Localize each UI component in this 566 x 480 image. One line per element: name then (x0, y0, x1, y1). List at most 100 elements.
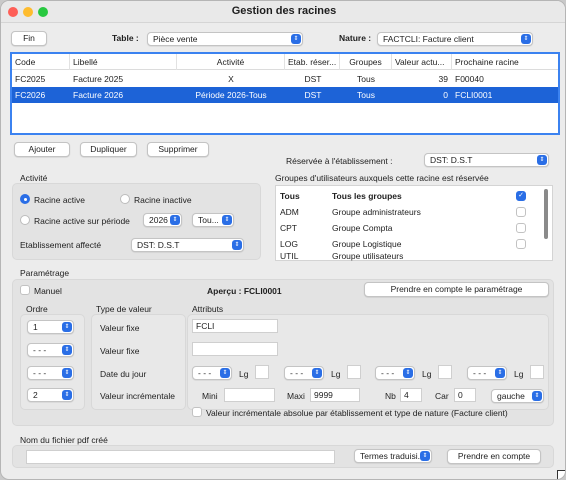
chevron-updown-icon: ⇕ (62, 322, 72, 332)
nature-select[interactable]: FACTCLI: Facture client ⇕ (377, 32, 533, 46)
ordre-select-2[interactable]: - - - ⇕ (27, 343, 74, 357)
manuel-label: Manuel (34, 286, 62, 296)
lg-input-3[interactable] (438, 365, 452, 379)
etab-affecte-select[interactable]: DST: D.S.T ⇕ (131, 238, 244, 252)
parametrage-title: Paramétrage (20, 268, 70, 278)
chevron-updown-icon: ⇕ (62, 390, 72, 400)
checkbox-log[interactable] (516, 239, 526, 249)
prendre-parametrage-button[interactable]: Prendre en compte le paramétrage (364, 282, 549, 297)
column-header-valeur[interactable]: Valeur actu... (392, 54, 452, 70)
ordre-select-1[interactable]: 1 ⇕ (27, 320, 74, 334)
chevron-updown-icon: ⇕ (62, 345, 72, 355)
lg-input-2[interactable] (347, 365, 361, 379)
chevron-updown-icon: ⇕ (521, 34, 531, 44)
column-header-groupes[interactable]: Groupes (340, 54, 392, 70)
checkbox-cpt[interactable] (516, 223, 526, 233)
table-header: Code Libellé Activité Etab. réser... Gro… (12, 54, 558, 70)
fin-button[interactable]: Fin (11, 31, 47, 46)
type-valeur-1: Valeur fixe (100, 323, 140, 333)
alignement-select[interactable]: gauche ⇕ (491, 389, 544, 403)
termes-select[interactable]: Termes traduisi... ⇕ (354, 449, 432, 463)
list-item[interactable]: Tous Tous les groupes ✓ (276, 188, 538, 204)
nature-label: Nature : (339, 33, 372, 43)
chevron-updown-icon: ⇕ (312, 368, 322, 378)
list-item[interactable]: LOG Groupe Logistique (276, 236, 538, 252)
nb-label: Nb (385, 391, 396, 401)
chevron-updown-icon: ⇕ (420, 451, 430, 461)
list-item[interactable]: CPT Groupe Compta (276, 220, 538, 236)
groupes-list[interactable]: Tous Tous les groupes ✓ ADM Groupe admin… (275, 185, 553, 261)
column-header-libelle[interactable]: Libellé (70, 54, 177, 70)
column-header-etab[interactable]: Etab. réser... (285, 54, 340, 70)
chevron-updown-icon: ⇕ (222, 215, 232, 225)
racine-active-radio[interactable] (20, 194, 30, 204)
date-format-select-3[interactable]: - - - ⇕ (375, 366, 415, 380)
manuel-checkbox[interactable] (20, 285, 30, 295)
apercu-label: Aperçu : FCLI0001 (207, 286, 282, 296)
table-select[interactable]: Pièce vente ⇕ (147, 32, 303, 46)
racine-inactive-label: Racine inactive (134, 195, 192, 205)
racine-inactive-radio[interactable] (120, 194, 130, 204)
reserve-etab-select[interactable]: DST: D.S.T ⇕ (424, 153, 549, 167)
mini-input[interactable] (224, 388, 275, 402)
year-select[interactable]: 2026 ⇕ (143, 213, 182, 227)
ajouter-button[interactable]: Ajouter (14, 142, 70, 157)
dupliquer-button[interactable]: Dupliquer (80, 142, 137, 157)
ordre-select-4[interactable]: 2 ⇕ (27, 388, 74, 402)
chevron-updown-icon: ⇕ (403, 368, 413, 378)
type-valeur-4: Valeur incrémentale (100, 391, 175, 401)
valeur-fixe-1-input[interactable]: FCLI (192, 319, 278, 333)
prendre-compte-button[interactable]: Prendre en compte (447, 449, 541, 464)
column-header-activite[interactable]: Activité (177, 54, 285, 70)
chevron-updown-icon: ⇕ (62, 368, 72, 378)
chevron-updown-icon: ⇕ (232, 240, 242, 250)
period-scope-select[interactable]: Tou... ⇕ (192, 213, 234, 227)
lg-label-3: Lg (422, 369, 432, 379)
table-label: Table : (112, 33, 139, 43)
column-header-code[interactable]: Code (15, 54, 70, 70)
column-header-prochaine[interactable]: Prochaine racine (452, 54, 558, 70)
chevron-updown-icon: ⇕ (220, 368, 230, 378)
racine-active-label: Racine active (34, 195, 86, 205)
attributs-label: Attributs (192, 304, 224, 314)
maxi-input[interactable]: 9999 (310, 388, 360, 402)
racines-table[interactable]: Code Libellé Activité Etab. réser... Gro… (10, 52, 560, 135)
resize-handle-icon[interactable] (557, 470, 565, 479)
supprimer-button[interactable]: Supprimer (147, 142, 209, 157)
nb-input[interactable]: 4 (400, 388, 422, 402)
list-item[interactable]: ADM Groupe administrateurs (276, 204, 538, 220)
table-row[interactable]: FC2025 Facture 2025 X DST Tous 39 F00040 (12, 71, 558, 87)
chevron-updown-icon: ⇕ (495, 368, 505, 378)
mini-label: Mini (202, 391, 218, 401)
valeur-fixe-2-input[interactable] (192, 342, 278, 356)
table-row-selected[interactable]: FC2026 Facture 2026 Période 2026-Tous DS… (12, 87, 558, 103)
ordre-select-3[interactable]: - - - ⇕ (27, 366, 74, 380)
chevron-updown-icon: ⇕ (532, 391, 542, 401)
checkbox-tous[interactable]: ✓ (516, 191, 526, 201)
maxi-label: Maxi (287, 391, 305, 401)
type-valeur-label: Type de valeur (96, 304, 152, 314)
lg-input-4[interactable] (530, 365, 544, 379)
lg-label-4: Lg (514, 369, 524, 379)
chevron-updown-icon: ⇕ (291, 34, 301, 44)
etab-affecte-label: Etablissement affecté (20, 240, 102, 250)
lg-label-2: Lg (331, 369, 341, 379)
racine-periode-label: Racine active sur période (34, 216, 130, 226)
car-input[interactable]: 0 (454, 388, 476, 402)
type-valeur-2: Valeur fixe (100, 346, 140, 356)
increment-absolu-label: Valeur incrémentale absolue par établiss… (206, 408, 508, 418)
date-format-select-4[interactable]: - - - ⇕ (467, 366, 507, 380)
main-window: Gestion des racines Fin Table : Pièce ve… (0, 0, 566, 480)
groupes-scrollbar[interactable] (544, 189, 548, 239)
list-item[interactable]: UTIL Groupe utilisateurs (276, 252, 538, 261)
date-format-select-2[interactable]: - - - ⇕ (284, 366, 324, 380)
checkbox-adm[interactable] (516, 207, 526, 217)
title-bar: Gestion des racines (1, 1, 565, 23)
chevron-updown-icon: ⇕ (170, 215, 180, 225)
date-format-select-1[interactable]: - - - ⇕ (192, 366, 232, 380)
car-label: Car (435, 391, 449, 401)
racine-periode-radio[interactable] (20, 215, 30, 225)
pdf-filename-input[interactable] (26, 450, 335, 464)
increment-absolu-checkbox[interactable] (192, 407, 202, 417)
lg-input-1[interactable] (255, 365, 269, 379)
